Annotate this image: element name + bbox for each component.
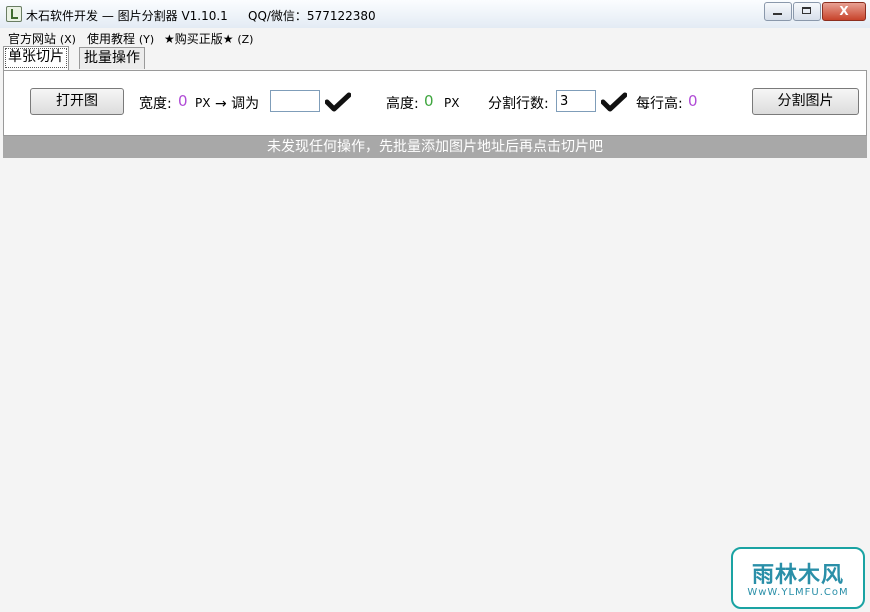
open-image-button[interactable]: 打开图 — [30, 88, 124, 115]
height-unit: PX — [444, 96, 460, 110]
tab-single-slice[interactable]: 单张切片 — [3, 46, 69, 70]
split-image-button[interactable]: 分割图片 — [752, 88, 859, 115]
window-qq: QQ/微信：577122380 — [248, 9, 376, 23]
watermark-sub: WwW.YLMFU.CoM — [747, 587, 849, 598]
close-button[interactable]: X — [822, 2, 866, 21]
menu-label: 官方网站 — [8, 32, 57, 46]
row-height-value: 0 — [688, 92, 698, 110]
window-title: 木石软件开发 — 图片分割器 V1.10.1 — [26, 9, 228, 23]
single-slice-panel: 打开图 宽度: 0 PX → 调为 高度: 0 PX 分割行数: 3 每行高: … — [3, 70, 867, 136]
menu-buy[interactable]: ★购买正版★ (Z) — [164, 30, 253, 47]
close-icon: X — [839, 4, 849, 18]
app-icon — [6, 6, 22, 22]
minimize-button[interactable] — [764, 2, 792, 21]
menu-tutorial[interactable]: 使用教程 (Y) — [87, 30, 154, 47]
rows-input[interactable]: 3 — [556, 90, 596, 112]
window-controls: X — [763, 2, 866, 21]
confirm-rows-check-icon[interactable] — [601, 92, 627, 112]
menu-label: 使用教程 — [87, 32, 136, 46]
status-bar: 未发现任何操作，先批量添加图片地址后再点击切片吧 — [3, 136, 867, 158]
menu-official-site[interactable]: 官方网站 (X) — [8, 30, 76, 47]
menu-hotkey: (Y) — [138, 33, 155, 46]
tab-batch[interactable]: 批量操作 — [79, 47, 145, 69]
menu-hotkey: (X) — [59, 33, 76, 46]
maximize-icon — [802, 7, 811, 14]
menu-hotkey: (Z) — [237, 33, 254, 46]
title-bar: 木石软件开发 — 图片分割器 V1.10.1 QQ/微信：577122380 X — [0, 0, 870, 29]
width-unit: PX — [195, 96, 211, 110]
width-value: 0 — [178, 92, 188, 110]
width-label: 宽度: — [139, 96, 172, 112]
height-value: 0 — [424, 92, 434, 110]
menu-bar: 官方网站 (X) 使用教程 (Y) ★购买正版★ (Z) — [0, 28, 870, 46]
minimize-icon — [773, 13, 782, 15]
watermark-logo: 雨林木风 WwW.YLMFU.CoM — [731, 547, 865, 609]
menu-label: ★购买正版★ — [164, 32, 234, 46]
maximize-button[interactable] — [793, 2, 821, 21]
rows-label: 分割行数: — [488, 96, 549, 112]
target-width-input[interactable] — [270, 90, 320, 112]
watermark-main: 雨林木风 — [751, 563, 844, 588]
height-label: 高度: — [386, 96, 419, 112]
row-height-label: 每行高: — [636, 96, 683, 112]
resize-to-label: → 调为 — [215, 96, 260, 112]
confirm-width-check-icon[interactable] — [325, 92, 351, 112]
